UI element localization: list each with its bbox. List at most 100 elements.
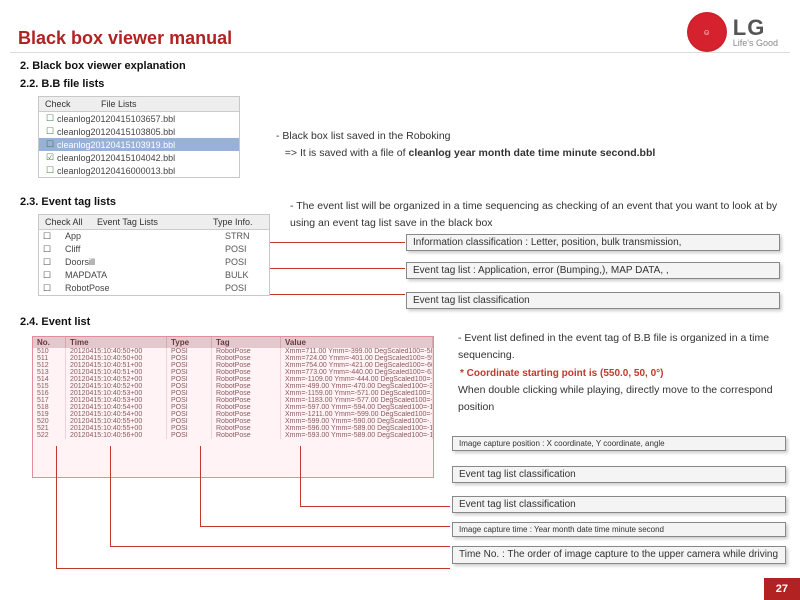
section-2-heading: 2. Black box viewer explanation: [20, 60, 186, 72]
col-event-tag: Event Tag Lists: [91, 215, 207, 229]
arrow-line: [300, 446, 301, 506]
checkbox[interactable]: ☐: [43, 139, 57, 150]
callout-img-pos: Image capture position : X coordinate, Y…: [452, 436, 786, 451]
section-2-3-heading: 2.3. Event tag lists: [20, 196, 116, 208]
file-name: cleanlog20120415103657.bbl: [57, 114, 175, 124]
col-time: Time: [66, 337, 167, 348]
event-list-row[interactable]: 51720120415:10:40:53+00POSIRobotPoseXmm=…: [33, 397, 433, 404]
checkbox[interactable]: ☐: [43, 270, 65, 281]
tag-name: RobotPose: [65, 283, 225, 294]
tag-type: POSI: [225, 283, 265, 294]
event-list-desc2: When double clicking while playing, dire…: [458, 382, 778, 416]
checkbox[interactable]: ☑: [43, 152, 57, 163]
arrow-line: [200, 446, 201, 526]
event-list-row[interactable]: 51320120415:10:40:51+00POSIRobotPoseXmm=…: [33, 369, 433, 376]
tag-type: POSI: [225, 257, 265, 268]
checkbox[interactable]: ☐: [43, 231, 65, 242]
logo-tagline: Life's Good: [733, 39, 778, 48]
file-list-desc: - Black box list saved in the Roboking =…: [276, 128, 655, 162]
event-list-desc: - Event list defined in the event tag of…: [458, 330, 778, 364]
section-2-4-heading: 2.4. Event list: [20, 316, 90, 328]
checkbox[interactable]: ☐: [43, 257, 65, 268]
desc-line: - The event list will be organized in a …: [290, 200, 777, 229]
arrow-line: [110, 446, 111, 546]
arrow-line: [56, 446, 57, 568]
desc-line: When double clicking while playing, dire…: [458, 384, 773, 413]
event-list-row[interactable]: 52220120415:10:40:56+00POSIRobotPoseXmm=…: [33, 432, 433, 439]
file-list-header: Check File Lists: [39, 97, 239, 112]
col-tag: Tag: [212, 337, 281, 348]
brand-logo: ☺ LG Life's Good: [687, 12, 778, 52]
event-list-row[interactable]: 51020120415:10:40:50+00POSIRobotPoseXmm=…: [33, 348, 433, 355]
event-list-row[interactable]: 51920120415:10:40:54+00POSIRobotPoseXmm=…: [33, 411, 433, 418]
col-type-info: Type Info.: [207, 215, 269, 229]
file-name: cleanlog20120416000013.bbl: [57, 166, 175, 176]
callout-event-tag-list: Event tag list : Application, error (Bum…: [406, 262, 780, 279]
checkbox[interactable]: ☐: [43, 283, 65, 294]
tag-type: POSI: [225, 244, 265, 255]
tag-name: MAPDATA: [65, 270, 225, 281]
arrow-line: [270, 268, 405, 269]
file-row: ☐cleanlog20120416000013.bbl: [39, 164, 239, 177]
logo-icon: ☺: [687, 12, 727, 52]
slide: ☺ LG Life's Good Black box viewer manual…: [0, 0, 800, 600]
checkbox[interactable]: ☐: [43, 244, 65, 255]
coord-note: * Coordinate starting point is (550.0, 5…: [460, 368, 664, 379]
event-list-row[interactable]: 51220120415:10:40:51+00POSIRobotPoseXmm=…: [33, 362, 433, 369]
desc-line: It is saved with a file of: [300, 147, 409, 159]
desc-line: - Event list defined in the event tag of…: [458, 332, 769, 361]
arrow-line: [110, 546, 450, 547]
callout-class2: Event tag list classification: [452, 496, 786, 513]
event-list-row[interactable]: 51620120415:10:40:53+00POSIRobotPoseXmm=…: [33, 390, 433, 397]
event-list-row[interactable]: 51120120415:10:40:50+00POSIRobotPoseXmm=…: [33, 355, 433, 362]
desc-line: - Black box list saved in the Roboking: [276, 130, 451, 142]
event-list-header: No. Time Type Tag Value: [33, 337, 433, 348]
event-list-row[interactable]: 52120120415:10:40:55+00POSIRobotPoseXmm=…: [33, 425, 433, 432]
desc-bold: cleanlog year month date time minute sec…: [409, 147, 656, 159]
page-title: Black box viewer manual: [18, 28, 232, 49]
checkbox[interactable]: ☐: [43, 126, 57, 137]
event-list-row[interactable]: 51820120415:10:40:54+00POSIRobotPoseXmm=…: [33, 404, 433, 411]
divider: [10, 52, 790, 53]
callout-img-time: Image capture time : Year month date tim…: [452, 522, 786, 537]
arrow-line: [270, 294, 405, 295]
col-check-all: Check All: [39, 215, 91, 229]
tag-row: ☐AppSTRN: [39, 230, 269, 243]
event-tag-panel: Check All Event Tag Lists Type Info. ☐Ap…: [38, 214, 270, 296]
tag-row: ☐MAPDATABULK: [39, 269, 269, 282]
event-list-panel: No. Time Type Tag Value 51020120415:10:4…: [32, 336, 434, 478]
page-number: 27: [764, 578, 800, 600]
event-list-row[interactable]: 51520120415:10:40:52+00POSIRobotPoseXmm=…: [33, 383, 433, 390]
tag-row: ☐DoorsillPOSI: [39, 256, 269, 269]
tag-type: STRN: [225, 231, 265, 242]
tag-type: BULK: [225, 270, 265, 281]
arrow-line: [300, 506, 450, 507]
col-type: Type: [167, 337, 212, 348]
callout-time-no: Time No. : The order of image capture to…: [452, 546, 786, 564]
file-row: ☐cleanlog20120415103805.bbl: [39, 125, 239, 138]
callout-info-class: Information classification : Letter, pos…: [406, 234, 780, 251]
file-row: ☑cleanlog20120415104042.bbl: [39, 151, 239, 164]
col-value: Value: [281, 337, 433, 348]
file-row: ☐cleanlog20120415103657.bbl: [39, 112, 239, 125]
tag-name: App: [65, 231, 225, 242]
file-row-selected: ☐cleanlog20120415103919.bbl: [39, 138, 239, 151]
logo-text: LG: [733, 17, 778, 39]
event-tag-header: Check All Event Tag Lists Type Info.: [39, 215, 269, 230]
event-list-row[interactable]: 52020120415:10:40:55+00POSIRobotPoseXmm=…: [33, 418, 433, 425]
tag-row: ☐RobotPosePOSI: [39, 282, 269, 295]
event-tag-desc: - The event list will be organized in a …: [290, 198, 780, 232]
checkbox[interactable]: ☐: [43, 165, 57, 176]
file-name: cleanlog20120415104042.bbl: [57, 153, 175, 163]
arrow-line: [270, 242, 405, 243]
event-list-row[interactable]: 51420120415:10:40:52+00POSIRobotPoseXmm=…: [33, 376, 433, 383]
checkbox[interactable]: ☐: [43, 113, 57, 124]
arrow-line: [200, 526, 450, 527]
file-name: cleanlog20120415103919.bbl: [57, 140, 175, 150]
col-filelists: File Lists: [95, 97, 143, 111]
col-check: Check: [39, 97, 95, 111]
callout-event-tag-class: Event tag list classification: [406, 292, 780, 309]
tag-name: Doorsill: [65, 257, 225, 268]
section-2-2-heading: 2.2. B.B file lists: [20, 78, 104, 90]
tag-name: Cliff: [65, 244, 225, 255]
